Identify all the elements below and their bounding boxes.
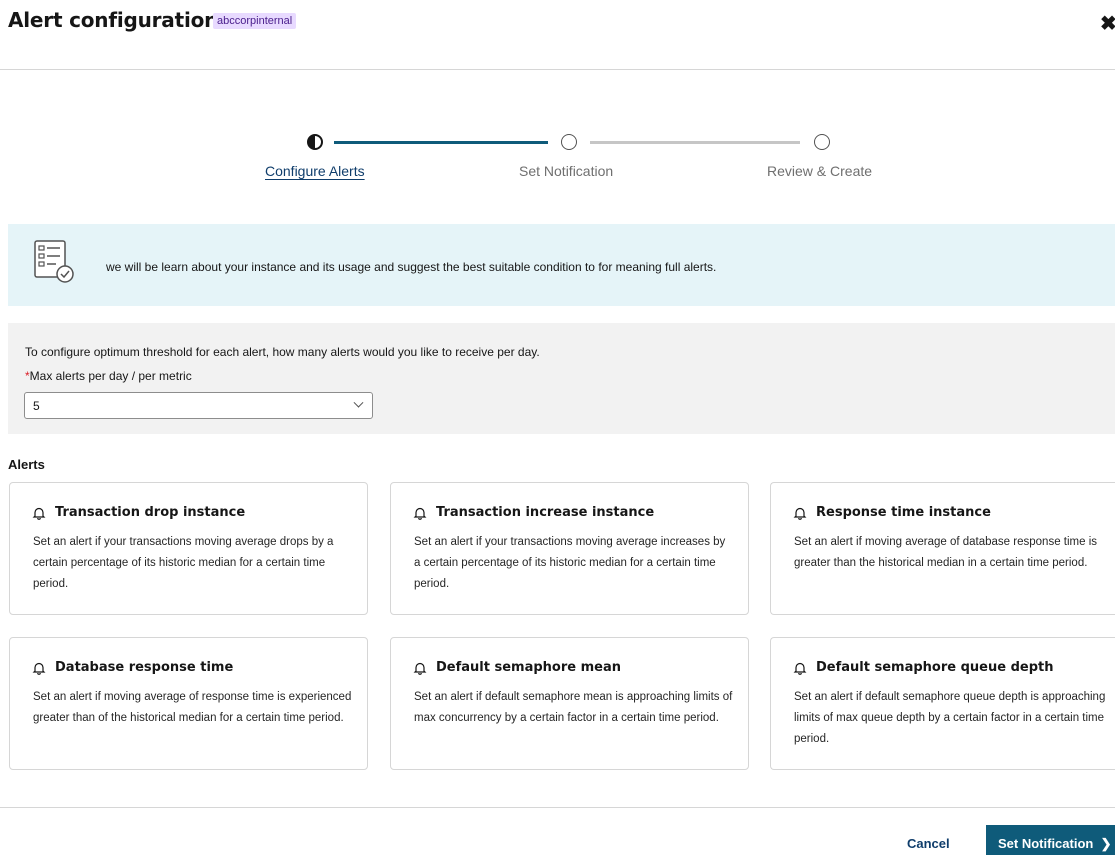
card-title-text: Default semaphore mean bbox=[436, 660, 621, 675]
alert-card-transaction-increase[interactable]: Transaction increase instance Set an ale… bbox=[390, 482, 749, 615]
alert-card-semaphore-queue-depth[interactable]: Default semaphore queue depth Set an ale… bbox=[770, 637, 1115, 770]
card-title: Database response time bbox=[32, 660, 233, 675]
bell-icon bbox=[32, 662, 46, 675]
step-current-icon bbox=[307, 134, 323, 150]
card-title: Default semaphore queue depth bbox=[793, 660, 1053, 675]
alert-card-transaction-drop[interactable]: Transaction drop instance Set an alert i… bbox=[9, 482, 368, 615]
banner-message: we will be learn about your instance and… bbox=[106, 260, 717, 274]
card-description: Set an alert if moving average of respon… bbox=[33, 691, 352, 724]
chevron-down-icon bbox=[353, 397, 364, 408]
max-alerts-label-text: Max alerts per day / per metric bbox=[29, 369, 192, 383]
max-alerts-label: *Max alerts per day / per metric bbox=[25, 369, 192, 383]
step-incomplete-icon bbox=[814, 134, 830, 150]
card-title: Default semaphore mean bbox=[413, 660, 621, 675]
card-description: Set an alert if default semaphore queue … bbox=[794, 691, 1106, 745]
step-incomplete-icon bbox=[561, 134, 577, 150]
cancel-button[interactable]: Cancel bbox=[907, 836, 950, 851]
modal-footer: Cancel Set Notification ❯ bbox=[0, 807, 1115, 855]
card-title-text: Database response time bbox=[55, 660, 234, 675]
card-title-text: Default semaphore queue depth bbox=[816, 660, 1054, 675]
max-alerts-select[interactable]: 5 bbox=[24, 392, 373, 419]
card-title-text: Transaction drop instance bbox=[55, 505, 246, 520]
card-title: Transaction drop instance bbox=[32, 505, 245, 520]
card-description: Set an alert if your transactions moving… bbox=[414, 536, 726, 590]
step-connector-inactive bbox=[590, 141, 800, 144]
bell-icon bbox=[793, 662, 807, 675]
card-description: Set an alert if your transactions moving… bbox=[33, 536, 334, 590]
card-description: Set an alert if moving average of databa… bbox=[794, 536, 1098, 569]
set-notification-button[interactable]: Set Notification ❯ bbox=[986, 825, 1115, 855]
bell-icon bbox=[413, 507, 427, 520]
modal-header: Alert configuration abccorpinternal ✖ bbox=[0, 0, 1115, 70]
max-alerts-value: 5 bbox=[33, 399, 40, 413]
step-set-notification[interactable]: Set Notification bbox=[519, 163, 613, 179]
threshold-question: To configure optimum threshold for each … bbox=[25, 345, 540, 359]
alerts-heading: Alerts bbox=[8, 457, 45, 472]
progress-stepper: Configure Alerts Set Notification Review… bbox=[0, 130, 1115, 190]
bell-icon bbox=[32, 507, 46, 520]
page-title: Alert configuration bbox=[8, 8, 219, 32]
card-title-text: Transaction increase instance bbox=[436, 505, 655, 520]
alert-card-response-time[interactable]: Response time instance Set an alert if m… bbox=[770, 482, 1115, 615]
card-description: Set an alert if default semaphore mean i… bbox=[414, 691, 733, 724]
bell-icon bbox=[793, 507, 807, 520]
close-icon[interactable]: ✖ bbox=[1100, 11, 1115, 36]
card-title-text: Response time instance bbox=[816, 505, 991, 520]
step-connector-active bbox=[334, 141, 548, 144]
chevron-right-icon: ❯ bbox=[1096, 836, 1112, 851]
instance-tag: abccorpinternal bbox=[213, 13, 297, 29]
set-notification-label: Set Notification bbox=[998, 836, 1094, 851]
checklist-icon bbox=[34, 240, 74, 283]
alert-card-database-response[interactable]: Database response time Set an alert if m… bbox=[9, 637, 368, 770]
bell-icon bbox=[413, 662, 427, 675]
card-title: Transaction increase instance bbox=[413, 505, 654, 520]
threshold-section: To configure optimum threshold for each … bbox=[8, 323, 1115, 434]
info-banner: we will be learn about your instance and… bbox=[8, 224, 1115, 306]
step-configure-alerts[interactable]: Configure Alerts bbox=[265, 163, 365, 179]
step-review-create[interactable]: Review & Create bbox=[767, 163, 872, 179]
alert-card-semaphore-mean[interactable]: Default semaphore mean Set an alert if d… bbox=[390, 637, 749, 770]
card-title: Response time instance bbox=[793, 505, 991, 520]
